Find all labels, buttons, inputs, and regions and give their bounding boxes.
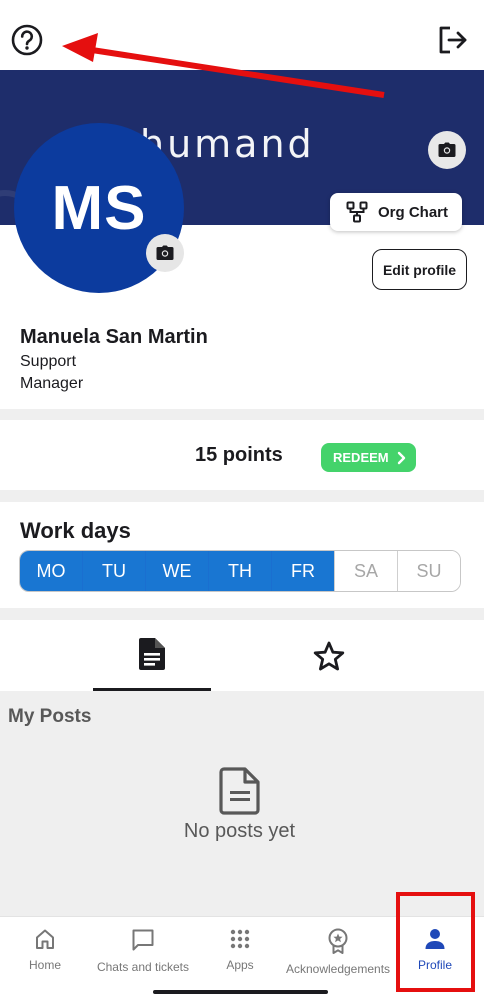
day-wednesday[interactable]: WE	[146, 551, 209, 591]
nav-chats-label: Chats and tickets	[96, 960, 190, 974]
apps-grid-icon	[230, 929, 250, 949]
nav-profile-label: Profile	[417, 958, 452, 972]
profile-name: Manuela San Martin	[20, 326, 208, 348]
logout-icon[interactable]	[436, 23, 470, 57]
cover-camera-button[interactable]	[428, 131, 466, 169]
tab-favorites[interactable]	[270, 620, 388, 691]
my-posts-title: My Posts	[8, 706, 92, 727]
avatar-camera-button[interactable]	[146, 234, 184, 272]
chevron-right-icon	[397, 451, 405, 464]
bottom-navigation: Home Chats and tickets Apps Acknowledgem…	[0, 916, 484, 994]
section-divider	[0, 608, 484, 620]
document-icon	[139, 638, 165, 670]
section-divider	[0, 490, 484, 502]
nav-acknowledgements[interactable]: Acknowledgements	[283, 917, 393, 994]
chat-icon	[132, 929, 154, 951]
top-bar	[0, 0, 484, 70]
camera-icon	[156, 245, 174, 260]
org-chart-label: Org Chart	[378, 203, 449, 221]
camera-icon	[438, 142, 456, 157]
nav-apps-label: Apps	[226, 958, 254, 972]
day-friday[interactable]: FR	[272, 551, 335, 591]
profile-role-line1: Support	[20, 353, 77, 370]
redeem-label: REDEEM	[333, 450, 389, 465]
star-icon	[313, 641, 345, 670]
nav-home-label: Home	[28, 958, 61, 972]
points-value: 15 points	[195, 444, 283, 466]
nav-home[interactable]: Home	[20, 917, 70, 994]
org-chart-button[interactable]: Org Chart	[330, 193, 462, 231]
day-sunday[interactable]: SU	[398, 551, 460, 591]
work-days-title: Work days	[20, 518, 131, 543]
day-saturday[interactable]: SA	[335, 551, 398, 591]
help-icon[interactable]	[10, 23, 44, 57]
home-indicator	[153, 990, 328, 994]
nav-acknowledgements-label: Acknowledgements	[285, 962, 391, 976]
day-thursday[interactable]: TH	[209, 551, 272, 591]
nav-apps[interactable]: Apps	[215, 917, 265, 994]
day-monday[interactable]: MO	[20, 551, 83, 591]
profile-role-line2: Manager	[20, 375, 84, 392]
org-chart-icon	[346, 201, 368, 223]
award-icon	[328, 928, 348, 954]
tab-posts[interactable]	[93, 620, 211, 691]
section-divider	[0, 409, 484, 420]
profile-tabs	[0, 620, 484, 691]
redeem-button[interactable]: REDEEM	[321, 443, 416, 472]
work-days-selector: MO TU WE TH FR SA SU	[19, 550, 461, 592]
day-tuesday[interactable]: TU	[83, 551, 146, 591]
home-icon	[36, 929, 54, 949]
avatar-initials: MS	[51, 173, 147, 243]
nav-profile[interactable]: Profile	[410, 917, 460, 994]
empty-posts-text: No posts yet	[183, 820, 296, 842]
empty-document-icon	[219, 767, 261, 820]
edit-profile-button[interactable]: Edit profile	[372, 249, 467, 290]
person-icon	[425, 929, 445, 949]
nav-chats[interactable]: Chats and tickets	[95, 917, 191, 994]
